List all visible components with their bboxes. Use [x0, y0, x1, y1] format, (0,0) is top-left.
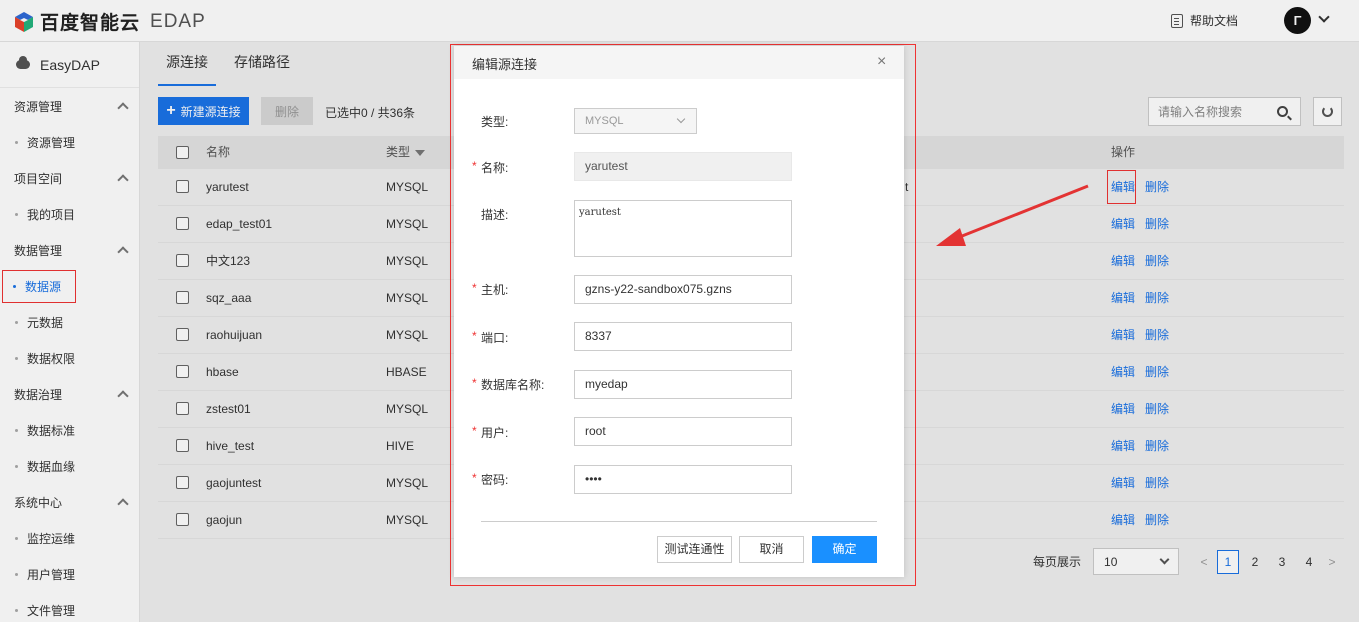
field-db-label: * 数据库名称: — [472, 376, 572, 393]
required-mark: * — [472, 376, 477, 390]
field-name-label: * 名称: — [472, 159, 572, 176]
field-desc-label: 描述: — [481, 208, 509, 222]
description-textarea[interactable]: yarutest — [574, 200, 792, 257]
field-name-row: * 名称: — [472, 159, 572, 176]
host-field[interactable]: gzns-y22-sandbox075.gzns — [574, 275, 792, 304]
close-icon[interactable]: × — [877, 53, 886, 71]
field-name-label-text: 名称: — [481, 161, 509, 175]
test-connection-button[interactable]: 测试连通性 — [657, 536, 732, 563]
field-port-row: * 端口: — [472, 329, 572, 346]
password-field[interactable]: •••• — [574, 465, 792, 494]
field-user-label: * 用户: — [472, 424, 572, 441]
field-host-label-text: 主机: — [481, 283, 509, 297]
required-mark: * — [472, 471, 477, 485]
name-field[interactable]: yarutest — [574, 152, 792, 181]
dialog-divider — [481, 521, 877, 522]
database-name-field[interactable]: myedap — [574, 370, 792, 399]
required-mark: * — [472, 424, 477, 438]
field-user-row: * 用户: — [472, 424, 572, 441]
dialog-header: 编辑源连接 × — [454, 46, 904, 79]
cancel-button[interactable]: 取消 — [739, 536, 804, 563]
annotation-arrow-icon — [936, 184, 1089, 246]
field-password-label-text: 密码: — [481, 473, 509, 487]
required-mark: * — [472, 159, 477, 173]
field-host-label: * 主机: — [472, 281, 572, 298]
field-user-label-text: 用户: — [481, 426, 509, 440]
chevron-down-icon — [676, 114, 686, 124]
required-mark: * — [472, 329, 477, 343]
field-db-row: * 数据库名称: — [472, 376, 572, 393]
field-password-row: * 密码: — [472, 471, 572, 488]
dialog-title: 编辑源连接 — [472, 57, 538, 72]
type-select-value: MYSQL — [585, 115, 624, 127]
field-port-label-text: 端口: — [481, 331, 509, 345]
confirm-button[interactable]: 确定 — [812, 536, 877, 563]
field-type-row: 类型: — [472, 113, 572, 130]
field-db-label-text: 数据库名称: — [481, 378, 545, 392]
field-port-label: * 端口: — [472, 329, 572, 346]
field-password-label: * 密码: — [472, 471, 572, 488]
user-field[interactable]: root — [574, 417, 792, 446]
port-field[interactable]: 8337 — [574, 322, 792, 351]
field-host-row: * 主机: — [472, 281, 572, 298]
field-type-label: 类型: — [481, 115, 509, 129]
field-desc-row: 描述: — [472, 206, 572, 223]
type-select[interactable]: MYSQL — [574, 108, 697, 134]
edit-connection-dialog: 编辑源连接 × 类型: MYSQL * 名称: yarutest 描述: yaru… — [454, 46, 904, 577]
required-mark: * — [472, 281, 477, 295]
